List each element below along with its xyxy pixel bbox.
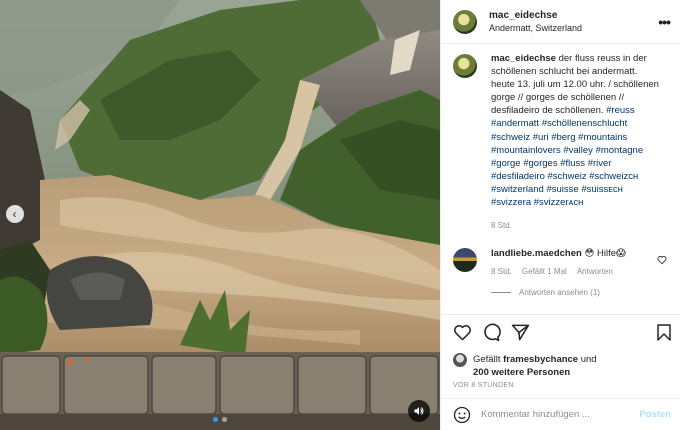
caption-time[interactable]: 8 Std. (491, 219, 661, 232)
carousel-dot (222, 417, 227, 422)
post-caption: mac_eidechse der fluss reuss in der schö… (453, 52, 669, 232)
hashtag-link[interactable]: #andermatt (491, 118, 539, 129)
hashtag-link[interactable]: #reuss (606, 105, 635, 116)
author-info: mac_eidechse Andermatt, Switzerland (489, 10, 658, 33)
caption-username[interactable]: mac_eidechse (491, 53, 556, 64)
speaker-icon (414, 407, 424, 415)
post-actions: Gefällt framesbychance und 200 weitere P… (441, 314, 680, 389)
comment-body: landliebe.maedchen 😳 Hilfe😱 8 Std. Gefäl… (491, 248, 651, 276)
ellipsis-icon[interactable]: ••• (658, 14, 671, 30)
hashtag-link[interactable]: #svizzerᴀᴄʜ (534, 197, 584, 208)
hashtag-link[interactable]: #schweiz (491, 132, 530, 143)
view-replies-button[interactable]: Antworten ansehen (1) (491, 288, 669, 297)
post-header: mac_eidechse Andermatt, Switzerland ••• (441, 0, 680, 44)
comment-text: 😳 Hilfe😱 (584, 248, 626, 260)
commenter-username[interactable]: landliebe.maedchen (491, 248, 582, 259)
comment-likes[interactable]: Gefällt 1 Mal (522, 267, 567, 276)
action-icons-row (453, 321, 673, 343)
heart-icon[interactable] (453, 323, 472, 342)
carousel-dot (213, 417, 218, 422)
post-comment-button[interactable]: Posten (639, 409, 671, 420)
hashtag-link[interactable]: #suissᴇᴄʜ (581, 184, 623, 195)
comment-item: landliebe.maedchen 😳 Hilfe😱 8 Std. Gefäl… (453, 248, 669, 276)
add-comment-bar: Posten (441, 398, 680, 430)
comment-input[interactable] (481, 409, 640, 420)
hashtag-link[interactable]: #fluss (560, 158, 585, 169)
hashtag-link[interactable]: #montagne (596, 145, 644, 156)
hashtag-link[interactable]: #schweiz (548, 171, 587, 182)
post-location[interactable]: Andermatt, Switzerland (489, 23, 658, 33)
carousel-indicator (213, 417, 227, 422)
hashtag-link[interactable]: #mountains (578, 132, 627, 143)
flood-river-scene (0, 0, 440, 430)
hashtag-link[interactable]: #desfiladeiro (491, 171, 545, 182)
likes-text: Gefällt framesbychance und 200 weitere P… (473, 353, 597, 379)
post-media-video[interactable]: ‹ (0, 0, 440, 430)
comment-meta: 8 Std. Gefällt 1 Mal Antworten (491, 267, 651, 276)
comment-time[interactable]: 8 Std. (491, 267, 512, 276)
author-username[interactable]: mac_eidechse (489, 10, 658, 21)
emoji-icon[interactable] (453, 406, 471, 424)
hashtag-link[interactable]: #mountainlovers (491, 145, 561, 156)
liker-username[interactable]: framesbychance (503, 354, 578, 365)
commenter-avatar[interactable] (453, 248, 477, 273)
likes-others-link[interactable]: 200 weitere Personen (473, 367, 570, 378)
replies-divider (491, 292, 511, 294)
hashtag-link[interactable]: #berg (551, 132, 575, 143)
hashtag-link[interactable]: #uri (533, 132, 549, 143)
comment-reply-button[interactable]: Antworten (577, 267, 613, 276)
view-replies-label: Antworten ansehen (1) (519, 288, 600, 298)
likes-and: und (580, 354, 597, 365)
hashtag-link[interactable]: #svizzera (491, 197, 531, 208)
chevron-left-icon: ‹ (12, 207, 17, 221)
hashtag-link[interactable]: #gorge (491, 158, 521, 169)
hashtag-link[interactable]: #gorges (523, 158, 557, 169)
instagram-post: ‹ mac_eidechse Andermatt, Switzerland ••… (0, 0, 680, 430)
caption-body: mac_eidechse der fluss reuss in der schö… (491, 52, 661, 232)
hashtag-link[interactable]: #suisse (546, 184, 578, 195)
bookmark-icon[interactable] (655, 323, 673, 342)
caption-hashtags: #reuss #andermatt #schöllenenschlucht #s… (491, 105, 643, 208)
hashtag-link[interactable]: #river (588, 158, 612, 169)
share-send-icon[interactable] (511, 323, 530, 342)
carousel-previous-button[interactable]: ‹ (6, 205, 24, 223)
hashtag-link[interactable]: #schöllenenschlucht (542, 118, 628, 129)
likes-prefix: Gefällt (473, 354, 501, 365)
hashtag-link[interactable]: #schweizᴄʜ (589, 171, 638, 182)
author-avatar[interactable] (453, 9, 477, 34)
sound-toggle-button[interactable] (408, 400, 430, 422)
hashtag-link[interactable]: #valley (563, 145, 593, 156)
hashtag-link[interactable]: #switzerland (491, 184, 544, 195)
comment-heart-icon[interactable] (657, 252, 667, 270)
caption-author-avatar[interactable] (453, 54, 477, 78)
post-side-panel: mac_eidechse Andermatt, Switzerland ••• … (440, 0, 680, 430)
comments-list[interactable]: mac_eidechse der fluss reuss in der schö… (441, 52, 680, 314)
liker-avatar[interactable] (453, 353, 467, 367)
post-date[interactable]: VOR 8 STUNDEN (453, 382, 673, 389)
likes-summary: Gefällt framesbychance und 200 weitere P… (453, 353, 673, 379)
comment-bubble-icon[interactable] (482, 323, 501, 342)
